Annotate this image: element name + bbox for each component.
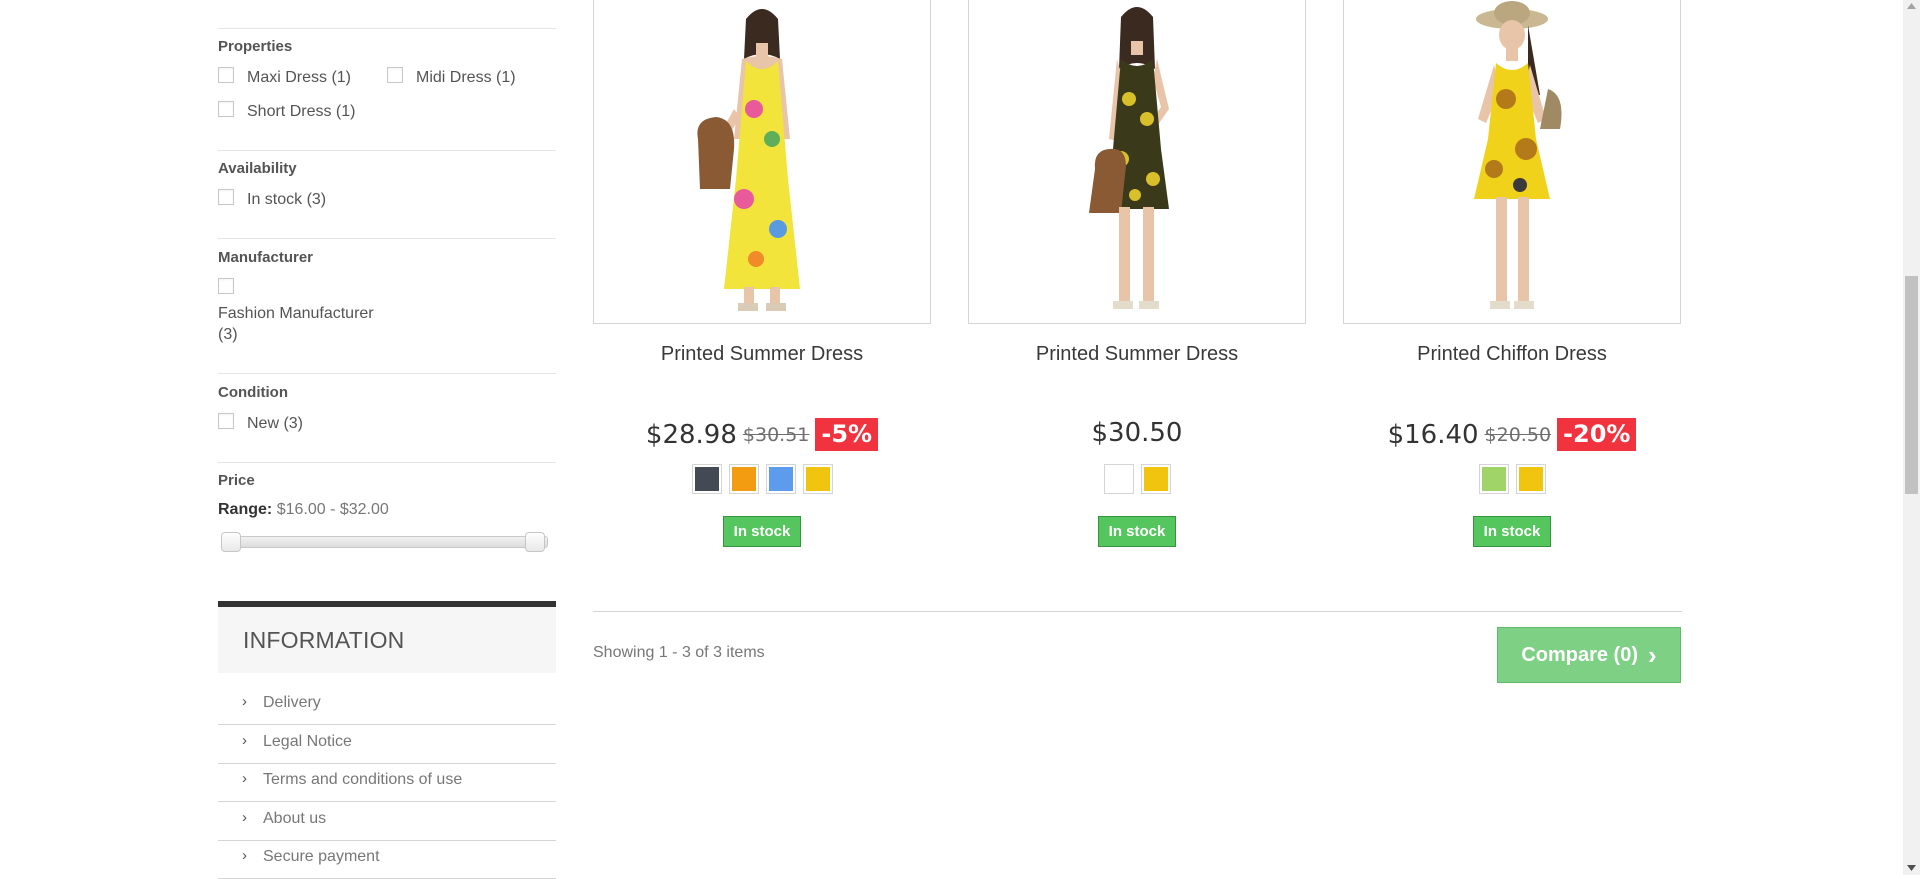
filter-label-maxi-dress[interactable]: Maxi Dress (1) (247, 69, 351, 87)
stock-badge: In stock (1472, 516, 1552, 547)
divider (218, 238, 556, 239)
chevron-right-icon: › (242, 770, 247, 787)
color-swatch[interactable] (1515, 464, 1546, 494)
checkbox-short-dress[interactable] (218, 101, 234, 117)
product-image (1089, 7, 1169, 309)
filter-label-short-dress[interactable]: Short Dress (1) (247, 103, 355, 121)
compare-button-label[interactable]: Compare (0) (1521, 644, 1638, 667)
info-link-about-us[interactable]: › About us (218, 803, 556, 841)
price-row: $30.50 (968, 418, 1306, 448)
filter-title-manufacturer: Manufacturer (218, 249, 314, 266)
product-image-link[interactable] (1343, 0, 1681, 324)
stock-wrap: In stock (593, 516, 931, 547)
filter-label-in-stock[interactable]: In stock (3) (247, 191, 326, 209)
product-old-price: $20.50 (1484, 423, 1552, 446)
filter-title-properties: Properties (218, 38, 293, 55)
chevron-right-icon: › (242, 693, 247, 710)
color-swatch[interactable] (1103, 464, 1134, 494)
color-swatch[interactable] (802, 464, 833, 494)
price-slider-max-handle[interactable] (525, 532, 545, 552)
checkbox-maxi-dress[interactable] (218, 67, 234, 83)
chevron-right-icon: › (242, 732, 247, 749)
filter-label-fashion-manufacturer-count[interactable]: (3) (218, 326, 238, 344)
product-price: $16.40 (1387, 419, 1479, 450)
divider (218, 150, 556, 151)
checkbox-midi-dress[interactable] (387, 67, 403, 83)
product-name-link[interactable]: Printed Summer Dress (593, 343, 931, 366)
color-swatch[interactable] (728, 464, 759, 494)
color-swatch[interactable] (765, 464, 796, 494)
product-price: $28.98 (645, 419, 737, 450)
price-slider-min-handle[interactable] (221, 532, 241, 552)
chevron-right-icon: › (242, 809, 247, 826)
chevron-right-icon: › (1648, 640, 1657, 670)
discount-badge: -20% (1557, 418, 1637, 451)
info-link-label[interactable]: Terms and conditions of use (263, 771, 462, 789)
price-range-label: Range: $16.00 - $32.00 (218, 501, 389, 519)
product-name-link[interactable]: Printed Chiffon Dress (1343, 343, 1681, 366)
stock-wrap: In stock (1343, 516, 1681, 547)
price-range-value: $16.00 - $32.00 (276, 501, 389, 518)
info-link-legal-notice[interactable]: › Legal Notice (218, 726, 556, 764)
product-price: $30.50 (1091, 418, 1183, 448)
results-count: Showing 1 - 3 of 3 items (593, 644, 765, 661)
filter-title-availability: Availability (218, 160, 297, 177)
checkbox-new[interactable] (218, 413, 234, 429)
stock-badge: In stock (1097, 516, 1177, 547)
stock-wrap: In stock (968, 516, 1306, 547)
color-swatches (1343, 464, 1681, 494)
color-swatch[interactable] (1478, 464, 1509, 494)
product-image-link[interactable] (593, 0, 931, 324)
checkbox-fashion-manufacturer[interactable] (218, 278, 234, 294)
info-link-secure-payment[interactable]: › Secure payment (218, 841, 556, 879)
filter-title-price: Price (218, 472, 255, 489)
info-link-label[interactable]: About us (263, 810, 326, 828)
product-image (1474, 1, 1562, 309)
info-link-terms[interactable]: › Terms and conditions of use (218, 764, 556, 802)
divider (218, 373, 556, 374)
product-image (697, 9, 800, 311)
divider (218, 28, 556, 29)
chevron-right-icon: › (242, 847, 247, 864)
information-block-header: INFORMATION (218, 601, 556, 673)
filter-label-new[interactable]: New (3) (247, 415, 303, 433)
stock-badge: In stock (722, 516, 802, 547)
color-swatch[interactable] (1140, 464, 1171, 494)
price-row: $16.40 $20.50 -20% (1343, 418, 1681, 451)
info-link-label[interactable]: Legal Notice (263, 733, 352, 751)
color-swatch[interactable] (691, 464, 722, 494)
filter-label-midi-dress[interactable]: Midi Dress (1) (416, 69, 516, 87)
scroll-up-arrow-icon[interactable] (1906, 2, 1917, 10)
info-link-label[interactable]: Delivery (263, 694, 321, 712)
scroll-down-arrow-icon[interactable] (1906, 864, 1917, 872)
divider (218, 462, 556, 463)
product-name-link[interactable]: Printed Summer Dress (968, 343, 1306, 366)
information-title: INFORMATION (243, 627, 405, 653)
divider (593, 611, 1682, 612)
price-slider-track[interactable] (222, 536, 548, 548)
info-link-label[interactable]: Secure payment (263, 848, 380, 866)
discount-badge: -5% (815, 418, 879, 451)
price-row: $28.98 $30.51 -5% (593, 418, 931, 451)
product-image-link[interactable] (968, 0, 1306, 324)
info-link-delivery[interactable]: › Delivery (218, 687, 556, 725)
price-range-prefix: Range: (218, 501, 273, 518)
compare-button[interactable]: Compare (0) › (1497, 627, 1681, 683)
product-old-price: $30.51 (742, 423, 810, 446)
checkbox-in-stock[interactable] (218, 189, 234, 205)
filter-label-fashion-manufacturer[interactable]: Fashion Manufacturer (218, 305, 374, 323)
color-swatches (968, 464, 1306, 494)
scrollbar-thumb[interactable] (1905, 276, 1918, 494)
color-swatches (593, 464, 931, 494)
filter-title-condition: Condition (218, 384, 288, 401)
